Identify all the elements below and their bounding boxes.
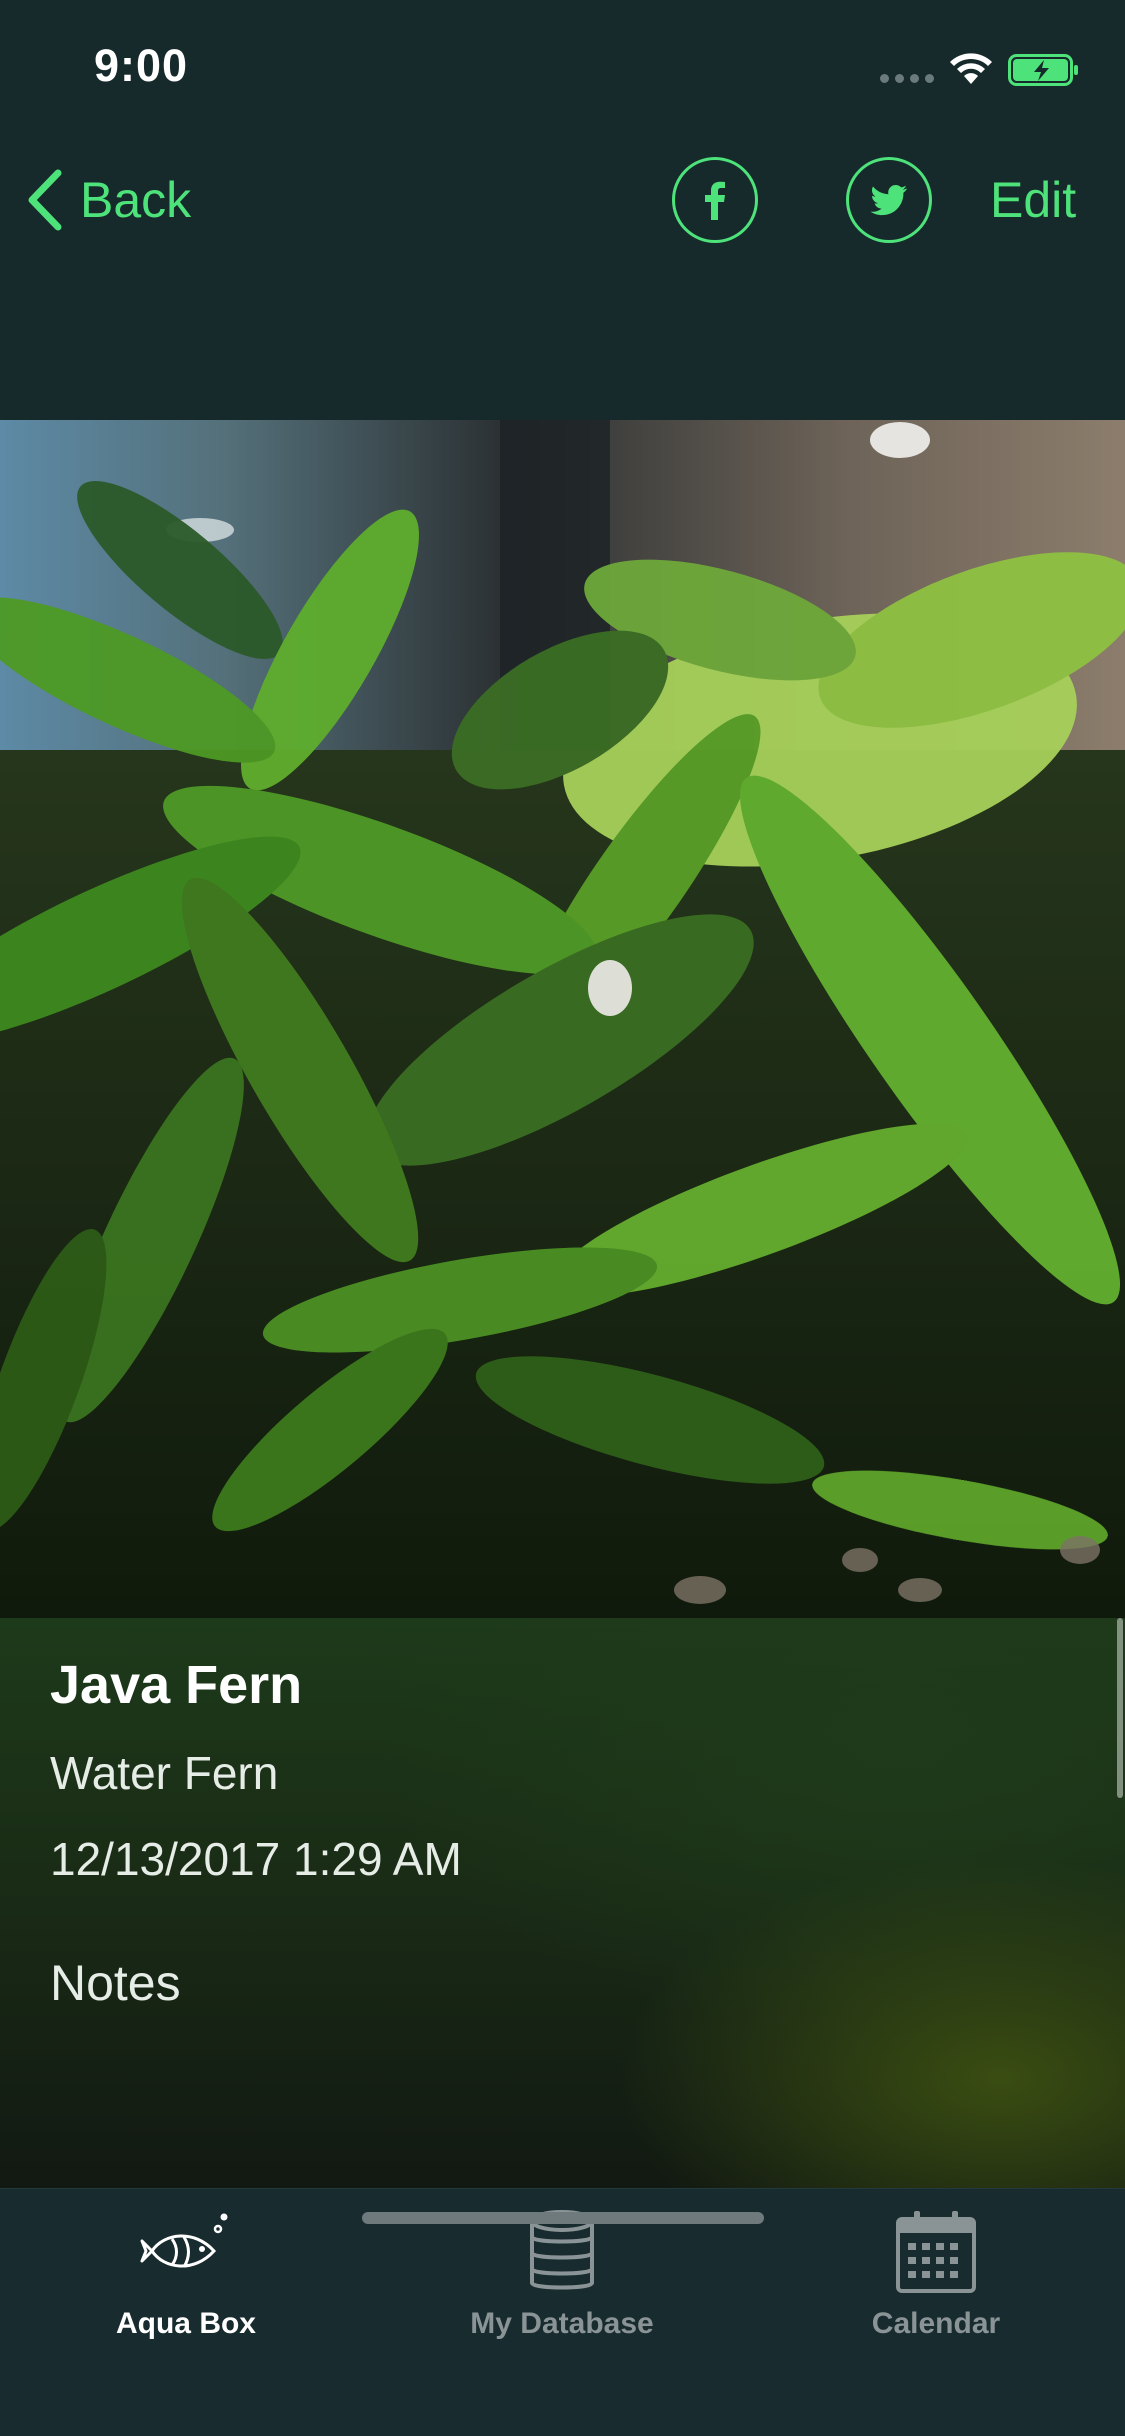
back-button[interactable]: Back	[26, 165, 191, 235]
navigation-bar: Back Edit	[0, 135, 1125, 420]
fish-icon	[140, 2213, 228, 2268]
tab-aqua-box[interactable]: Aqua Box	[56, 2207, 316, 2357]
back-label: Back	[80, 172, 192, 228]
edit-button[interactable]: Edit	[990, 165, 1076, 235]
twitter-share-button[interactable]	[846, 157, 932, 243]
notes-label: Notes	[50, 1955, 181, 2011]
tab-calendar[interactable]: Calendar	[806, 2207, 1066, 2357]
cellular-signal-icon	[880, 74, 934, 83]
tab-my-database[interactable]: My Database	[432, 2207, 692, 2357]
chevron-left-icon	[28, 169, 62, 231]
scroll-indicator[interactable]	[1117, 1618, 1123, 1798]
plant-date-added: 12/13/2017 1:29 AM	[50, 1833, 462, 1885]
twitter-icon	[870, 185, 907, 216]
plant-name: Java Fern	[50, 1655, 303, 1715]
tab-label-calendar: Calendar	[871, 2307, 1001, 2340]
tab-bar: Aqua Box My Database Calendar	[0, 2188, 1125, 2436]
tab-label-my-database: My Database	[470, 2307, 654, 2340]
status-time: 9:00	[94, 40, 189, 91]
calendar-icon	[896, 2211, 976, 2293]
facebook-icon	[705, 181, 725, 220]
plant-photo	[0, 420, 1125, 1618]
status-bar: 9:00	[0, 0, 1125, 135]
plant-details: Java Fern Water Fern 12/13/2017 1:29 AM …	[0, 1618, 1125, 2188]
battery-charging-icon	[1008, 54, 1078, 86]
tab-label-aqua-box: Aqua Box	[115, 2307, 256, 2340]
home-indicator	[362, 2212, 764, 2224]
plant-common-name: Water Fern	[50, 1747, 279, 1799]
wifi-icon	[950, 53, 992, 84]
facebook-share-button[interactable]	[672, 157, 758, 243]
